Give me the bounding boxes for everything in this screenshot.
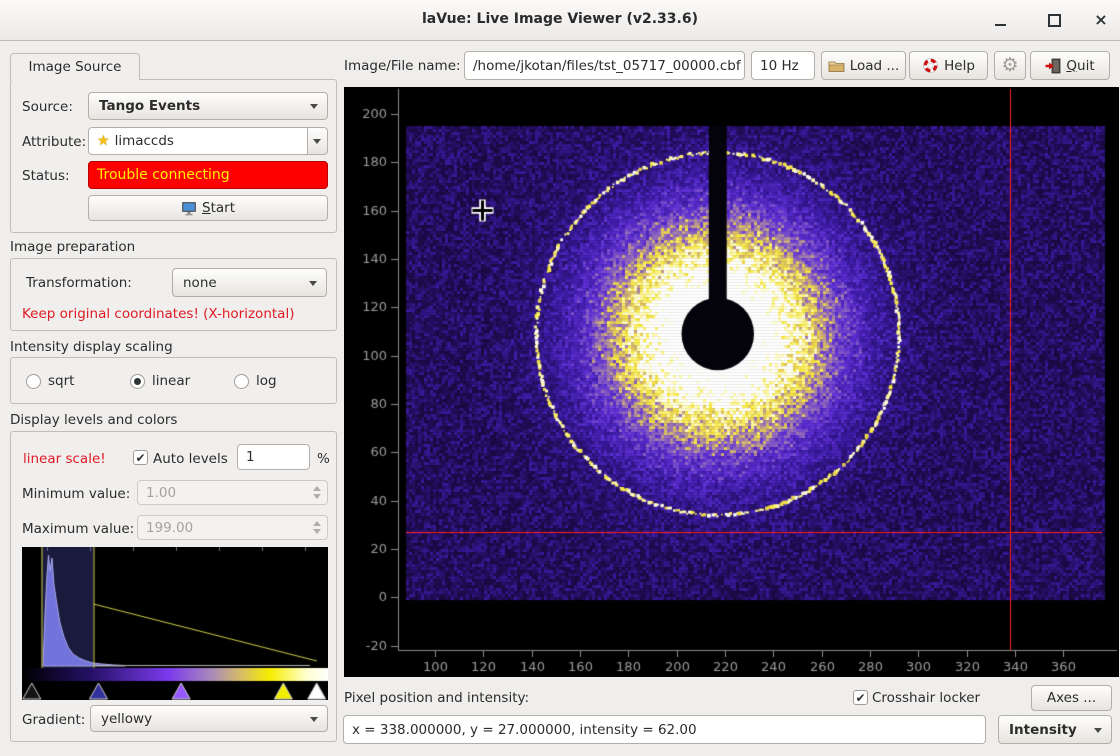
filename-value: /home/jkotan/files/tst_05717_00000.cbf <box>473 58 741 74</box>
chevron-down-icon <box>1094 728 1102 733</box>
help-button[interactable]: Help <box>909 51 988 80</box>
refresh-rate-input[interactable]: 10 Hz <box>751 51 815 80</box>
folder-icon <box>828 59 845 73</box>
coordinates-note: Keep original coordinates! (X-horizontal… <box>22 306 294 322</box>
intensity-histogram[interactable] <box>22 547 328 700</box>
minimize-icon <box>995 24 1006 26</box>
lifebuoy-icon <box>922 57 939 74</box>
crosshair-locker-checkbox[interactable]: ✔ <box>853 690 868 705</box>
auto-levels-checkbox[interactable]: ✔ <box>133 450 148 465</box>
close-icon: × <box>1094 12 1107 28</box>
radio-icon <box>130 374 145 389</box>
maximum-spinbox[interactable]: 199.00 <box>137 515 328 540</box>
minimum-value: 1.00 <box>146 485 176 501</box>
scale-note: linear scale! <box>23 451 106 467</box>
settings-button[interactable]: ⚙ <box>994 51 1026 80</box>
axes-button[interactable]: Axes ... <box>1031 685 1112 711</box>
radio-log-label: log <box>256 373 277 389</box>
maximize-button[interactable] <box>1041 8 1067 32</box>
quit-button-label: Quit <box>1066 58 1094 74</box>
quit-button[interactable]: Quit <box>1030 51 1110 80</box>
display-mode-combobox[interactable]: Intensity <box>998 715 1112 744</box>
help-button-label: Help <box>944 58 975 74</box>
section-intensity-scaling: Intensity display scaling <box>10 339 173 355</box>
attribute-label: Attribute: <box>22 134 86 150</box>
radio-sqrt[interactable]: sqrt <box>26 373 74 389</box>
pixel-position-value: x = 338.000000, y = 27.000000, intensity… <box>352 722 697 738</box>
axes-button-label: Axes ... <box>1047 690 1096 706</box>
minimize-button[interactable] <box>987 8 1013 32</box>
radio-icon <box>234 374 249 389</box>
exit-door-icon <box>1045 58 1061 74</box>
spin-arrows-icon[interactable] <box>313 481 321 504</box>
gradient-value: yellowy <box>101 711 152 727</box>
chevron-down-icon <box>310 104 318 109</box>
tab-image-source[interactable]: Image Source <box>10 53 140 80</box>
check-icon: ✔ <box>855 692 865 704</box>
titlebar[interactable]: laVue: Live Image Viewer (v2.33.6) × <box>0 0 1120 41</box>
maximum-value: 199.00 <box>146 520 193 536</box>
attribute-dropdown-button[interactable] <box>307 127 328 155</box>
source-label: Source: <box>22 99 73 115</box>
chevron-down-icon <box>313 139 321 144</box>
maximum-label: Maximum value: <box>22 521 134 537</box>
refresh-rate-value: 10 Hz <box>760 58 799 74</box>
close-button[interactable]: × <box>1088 8 1114 32</box>
attribute-value: limaccds <box>115 133 174 149</box>
histogram-canvas[interactable] <box>22 547 328 700</box>
chevron-down-icon <box>310 717 318 722</box>
spin-arrows-icon[interactable] <box>313 516 321 539</box>
pixel-position-input[interactable]: x = 338.000000, y = 27.000000, intensity… <box>343 715 986 744</box>
load-button-label: Load ... <box>850 58 900 74</box>
start-button-label: Start <box>202 200 235 216</box>
auto-levels-value: 1 <box>246 449 255 465</box>
radio-linear-label: linear <box>152 373 190 389</box>
plot-canvas[interactable] <box>344 87 1119 677</box>
section-display-levels: Display levels and colors <box>10 412 177 428</box>
percent-label: % <box>317 451 330 467</box>
load-button[interactable]: Load ... <box>821 51 906 80</box>
filename-input[interactable]: /home/jkotan/files/tst_05717_00000.cbf <box>464 51 745 80</box>
gradient-label: Gradient: <box>22 712 85 728</box>
maximize-icon <box>1048 14 1061 27</box>
transformation-combobox[interactable]: none <box>172 268 327 297</box>
auto-levels-input[interactable]: 1 <box>237 444 310 470</box>
auto-levels-label: Auto levels <box>153 451 228 467</box>
status-badge: Trouble connecting <box>88 161 328 189</box>
transformation-value: none <box>183 275 217 291</box>
filename-label: Image/File name: <box>344 58 461 74</box>
tab-image-source-label: Image Source <box>29 59 122 75</box>
radio-icon <box>26 374 41 389</box>
section-image-preparation: Image preparation <box>10 239 135 255</box>
minimum-label: Minimum value: <box>22 486 130 502</box>
source-value: Tango Events <box>99 98 200 114</box>
diffraction-image-plot[interactable] <box>344 87 1119 677</box>
crosshair-locker-label: Crosshair locker <box>872 690 980 706</box>
star-icon[interactable]: ★ <box>97 133 110 149</box>
radio-log[interactable]: log <box>234 373 277 389</box>
source-combobox[interactable]: Tango Events <box>88 92 328 120</box>
status-value: Trouble connecting <box>97 167 230 183</box>
window-title: laVue: Live Image Viewer (v2.33.6) <box>0 11 1120 27</box>
minimum-spinbox[interactable]: 1.00 <box>137 480 328 505</box>
pixel-position-label: Pixel position and intensity: <box>344 690 529 706</box>
start-button[interactable]: Start <box>88 195 328 221</box>
radio-sqrt-label: sqrt <box>48 373 74 389</box>
attribute-field[interactable]: ★ limaccds <box>88 127 308 155</box>
app-window: laVue: Live Image Viewer (v2.33.6) × Ima… <box>0 0 1120 756</box>
transformation-label: Transformation: <box>26 275 132 291</box>
radio-linear[interactable]: linear <box>130 373 190 389</box>
display-mode-value: Intensity <box>1009 722 1077 738</box>
chevron-down-icon <box>309 281 317 286</box>
check-icon: ✔ <box>135 452 145 464</box>
monitor-icon <box>181 201 197 216</box>
gear-icon: ⚙ <box>1001 56 1018 75</box>
gradient-combobox[interactable]: yellowy <box>90 705 328 732</box>
status-label: Status: <box>22 168 70 184</box>
